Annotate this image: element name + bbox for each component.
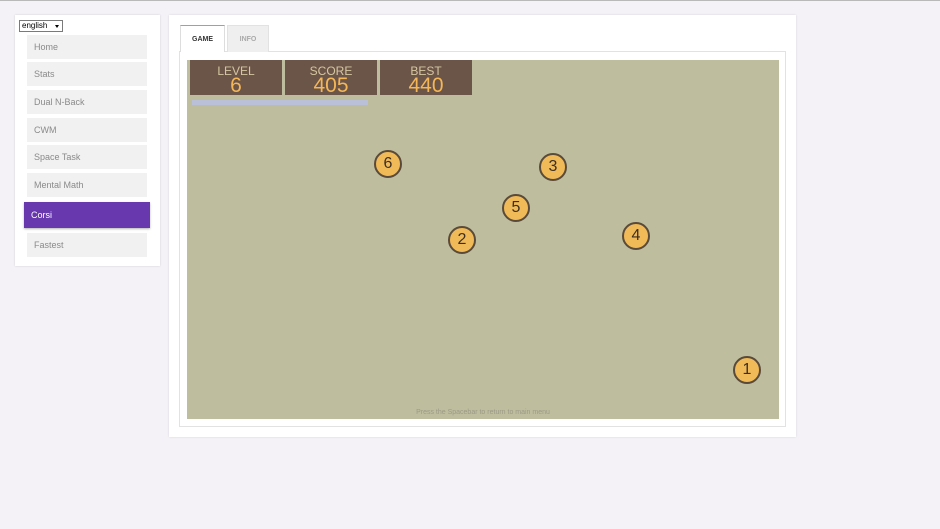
tab-game[interactable]: GAME xyxy=(180,25,225,52)
level-value: 6 xyxy=(230,74,242,97)
sidebar-item-space-task[interactable]: Space Task xyxy=(27,145,147,169)
caret-down-icon xyxy=(55,25,59,28)
sidebar-item-label: Dual N-Back xyxy=(34,97,85,107)
sidebar-item-fastest[interactable]: Fastest xyxy=(27,233,147,257)
sidebar-item-home[interactable]: Home xyxy=(27,35,147,59)
corsi-tile-6[interactable]: 6 xyxy=(374,150,402,178)
sidebar: english Home Stats Dual N-Back CWM Space… xyxy=(15,15,160,266)
sidebar-item-label: Home xyxy=(34,42,59,52)
sidebar-item-label: Space Task xyxy=(34,152,81,162)
corsi-tile-3[interactable]: 3 xyxy=(539,153,567,181)
corsi-tile-5[interactable]: 5 xyxy=(502,194,530,222)
best-box: BEST 440 xyxy=(380,60,472,97)
sidebar-item-label: Fastest xyxy=(34,240,64,250)
sidebar-item-label: CWM xyxy=(34,125,57,135)
sidebar-item-stats[interactable]: Stats xyxy=(27,62,147,86)
main-panel: GAME INFO LEVEL 6 SCORE 405 BEST 440 6 3… xyxy=(169,15,796,437)
sidebar-item-label: Stats xyxy=(34,69,55,79)
tab-info[interactable]: INFO xyxy=(227,25,269,52)
top-divider xyxy=(0,0,940,1)
corsi-tile-1[interactable]: 1 xyxy=(733,356,761,384)
score-value: 405 xyxy=(313,74,349,97)
best-value: 440 xyxy=(408,74,444,97)
corsi-tile-2[interactable]: 2 xyxy=(448,226,476,254)
sidebar-item-label: Mental Math xyxy=(34,180,84,190)
score-box: SCORE 405 xyxy=(285,60,377,97)
sidebar-item-label: Corsi xyxy=(31,210,53,220)
sidebar-item-corsi[interactable]: Corsi xyxy=(24,202,150,228)
language-select-value: english xyxy=(22,21,48,30)
timer-bar xyxy=(192,100,368,105)
hint-text: Press the Spacebar to return to main men… xyxy=(416,409,550,416)
sidebar-item-dual-n-back[interactable]: Dual N-Back xyxy=(27,90,147,114)
level-box: LEVEL 6 xyxy=(190,60,282,97)
language-select[interactable]: english xyxy=(19,20,63,32)
sidebar-item-cwm[interactable]: CWM xyxy=(27,118,147,142)
game-board[interactable]: LEVEL 6 SCORE 405 BEST 440 6 3 5 2 4 1 P… xyxy=(187,60,779,419)
sidebar-item-mental-math[interactable]: Mental Math xyxy=(27,173,147,197)
corsi-tile-4[interactable]: 4 xyxy=(622,222,650,250)
